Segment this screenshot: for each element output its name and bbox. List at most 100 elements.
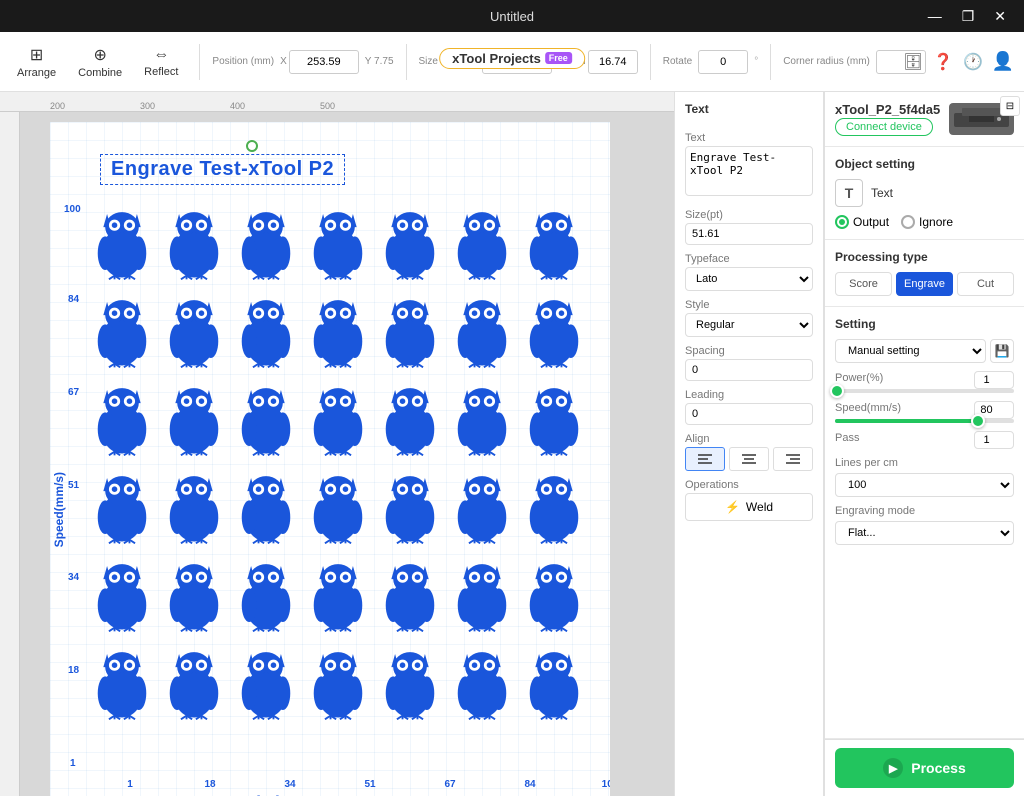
score-button[interactable]: Score	[835, 272, 892, 296]
owl-cell	[230, 638, 302, 726]
reflect-button[interactable]: ⇔ Reflect	[135, 41, 187, 83]
typeface-select[interactable]: Lato	[685, 267, 813, 291]
x-input[interactable]	[289, 50, 359, 74]
account-button[interactable]: 👤	[990, 49, 1016, 75]
setting-save-button[interactable]: 💾	[990, 339, 1014, 363]
leading-input[interactable]	[685, 403, 813, 425]
connect-device-button[interactable]: Connect device	[835, 118, 933, 136]
tick-400: 400	[230, 101, 320, 111]
help-button[interactable]: ❓	[930, 49, 956, 75]
object-setting-panel: Object setting T Text Output Ignore	[825, 147, 1024, 240]
minimize-button[interactable]: —	[922, 6, 948, 27]
settings-panel: Setting Manual setting 💾 Power(%)	[825, 307, 1024, 739]
h-input[interactable]	[588, 50, 638, 74]
combine-button[interactable]: ⊕ Combine	[69, 40, 131, 84]
speed-thumb[interactable]	[971, 414, 985, 428]
weld-label: Weld	[746, 500, 773, 514]
engrave-mode-row: Engraving mode Flat...	[835, 505, 1014, 545]
operations-group: Operations ⚡ Weld	[685, 479, 813, 521]
arrange-button[interactable]: ⊞ Arrange	[8, 40, 65, 84]
text-input-area[interactable]: Engrave Test- xTool P2	[685, 146, 813, 196]
history-button[interactable]: 🕐	[960, 49, 986, 75]
output-radio[interactable]: Output	[835, 215, 889, 229]
operations-label: Operations	[685, 479, 813, 491]
align-right-button[interactable]	[773, 447, 813, 471]
owl-cell	[518, 286, 590, 374]
x-axis-100: 100	[576, 779, 610, 790]
owl-cell	[446, 286, 518, 374]
speed-row: Speed(mm/s)	[835, 401, 1014, 423]
toolbar-sep-4	[770, 44, 771, 80]
canvas-content[interactable]: Engrave Test-xTool P2 100 84 67 51 34 18…	[20, 112, 674, 796]
power-slider[interactable]	[835, 389, 1014, 393]
owl-cell	[518, 374, 590, 462]
window-controls: — ❐ ✕	[922, 6, 1012, 27]
y-axis-100: 100	[64, 204, 81, 215]
panel-collapse-button[interactable]: ⊟	[1000, 96, 1020, 116]
lines-row: Lines per cm 100	[835, 457, 1014, 497]
processing-type-panel: Processing type Score Engrave Cut	[825, 240, 1024, 307]
owl-cell	[446, 198, 518, 286]
x-axis-84: 84	[496, 779, 564, 790]
files-button[interactable]: 🗄	[900, 49, 926, 75]
pass-input[interactable]	[974, 431, 1014, 449]
align-label: Align	[685, 433, 813, 445]
close-button[interactable]: ✕	[988, 6, 1012, 27]
owl-cell	[446, 374, 518, 462]
owl-cell	[374, 198, 446, 286]
output-label: Output	[853, 215, 889, 229]
brand-badge[interactable]: xTool Projects Free	[439, 48, 585, 69]
owl-cell	[518, 638, 590, 726]
process-label: Process	[911, 760, 965, 776]
selection-handle[interactable]	[246, 140, 258, 152]
owl-cell	[158, 462, 230, 550]
align-left-button[interactable]	[685, 447, 725, 471]
style-select[interactable]: Regular	[685, 313, 813, 337]
canvas-text-element[interactable]: Engrave Test-xTool P2	[100, 154, 345, 185]
speed-label: Speed(mm/s)	[835, 402, 901, 414]
owl-cell	[518, 462, 590, 550]
rotate-input[interactable]	[698, 50, 748, 74]
speed-slider[interactable]	[835, 419, 1014, 423]
speed-track	[835, 419, 1014, 423]
owl-cell	[302, 374, 374, 462]
text-type-icon: T	[835, 179, 863, 207]
text-panel-title: Text	[685, 102, 813, 116]
engrave-mode-select[interactable]: Flat...	[835, 521, 1014, 545]
align-center-button[interactable]	[729, 447, 769, 471]
device-name: xTool_P2_5f4da5	[835, 102, 940, 117]
lines-label: Lines per cm	[835, 457, 1014, 469]
combine-label: Combine	[78, 67, 122, 79]
x-axis-numbers: 1 18 34 51 67 84 100	[96, 779, 610, 790]
header-icon-group: 🗄 ❓ 🕐 👤	[900, 49, 1016, 75]
processing-title: Processing type	[835, 250, 1014, 264]
setting-select[interactable]: Manual setting	[835, 339, 986, 363]
typeface-field-group: Typeface Lato	[685, 253, 813, 291]
title-bar: Untitled — ❐ ✕	[0, 0, 1024, 32]
text-field-group: Text Engrave Test- xTool P2	[685, 132, 813, 201]
owl-cell	[230, 374, 302, 462]
size-input[interactable]	[685, 223, 813, 245]
engrave-button[interactable]: Engrave	[896, 272, 953, 296]
owl-cell	[446, 550, 518, 638]
process-button[interactable]: ▶ Process	[835, 748, 1014, 788]
lines-select[interactable]: 100	[835, 473, 1014, 497]
window-title: Untitled	[490, 9, 534, 24]
cut-button[interactable]: Cut	[957, 272, 1014, 296]
maximize-button[interactable]: ❐	[956, 6, 981, 27]
power-input[interactable]	[974, 371, 1014, 389]
reflect-label: Reflect	[144, 66, 178, 78]
power-thumb[interactable]	[830, 384, 844, 398]
owl-cell	[374, 286, 446, 374]
ruler-ticks: 200 300 400 500	[20, 101, 410, 111]
ignore-radio[interactable]: Ignore	[901, 215, 953, 229]
speed-axis-label: Speed(mm/s)	[52, 472, 66, 547]
setting-select-row: Manual setting 💾	[835, 339, 1014, 363]
owl-cell	[230, 550, 302, 638]
spacing-input[interactable]	[685, 359, 813, 381]
owl-cell	[158, 638, 230, 726]
rotate-label: Rotate	[663, 56, 692, 67]
weld-button[interactable]: ⚡ Weld	[685, 493, 813, 521]
canvas-wrapper: 200 300 400 500	[0, 92, 674, 796]
y-axis-18: 18	[68, 665, 79, 676]
